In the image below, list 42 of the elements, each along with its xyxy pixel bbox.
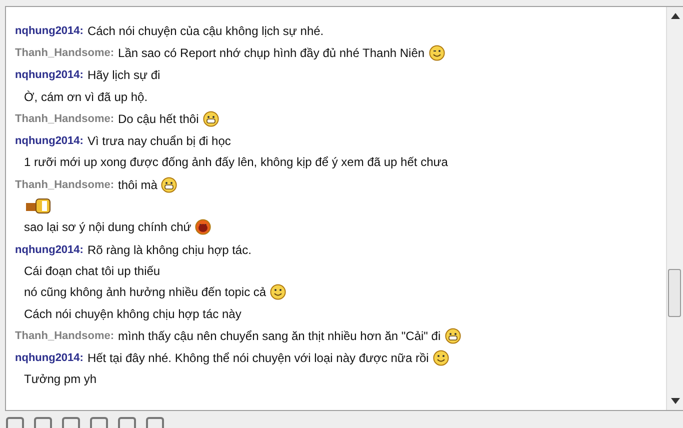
sender-name: Thanh_Handsome: — [15, 330, 114, 342]
toolbar-icon[interactable] — [90, 417, 108, 428]
message-text: Vì trưa nay chuẩn bị đi học — [87, 134, 231, 148]
sender-name: nqhung2014: — [15, 352, 84, 364]
message-text: sao lại sơ ý nội dung chính chứ — [24, 220, 192, 234]
message-text: Ờ, cám ơn vì đã up hộ. — [24, 90, 148, 104]
message-text: Tưởng pm yh — [24, 372, 97, 386]
message-text: thôi mà — [118, 178, 158, 192]
message-text: 1 rưỡi mới up xong được đống ảnh đấy lên, không kịp để ý xem đã up hết chưa — [24, 155, 448, 170]
message-text: Lần sao có Report nhớ chụp hình đầy đủ nhé Thanh Niên — [118, 46, 425, 60]
scrollbar[interactable] — [666, 7, 683, 410]
sender-name: Thanh_Handsome: — [15, 46, 114, 59]
scroll-up-icon[interactable] — [670, 13, 680, 19]
toolbar-icon[interactable] — [34, 417, 52, 428]
grinning-face-icon — [202, 110, 219, 127]
sender-name: nqhung2014: — [15, 69, 84, 82]
sender-name: Thanh_Handsome: — [15, 178, 114, 191]
message-text: Hết tại đây nhé. Không thể nói chuyện với loại này được nữa rồi — [87, 351, 429, 366]
winking-face-icon — [428, 44, 445, 61]
message-text: Cái đoạn chat tôi up thiếu — [24, 264, 160, 278]
sender-name: nqhung2014: — [15, 244, 84, 256]
grinning-face-icon — [444, 328, 461, 344]
toolbar-icon[interactable] — [62, 417, 80, 428]
message-text: Do cậu hết thôi — [118, 112, 199, 126]
scroll-thumb[interactable] — [668, 269, 681, 317]
scroll-down-icon[interactable] — [670, 398, 680, 404]
laughing-face-icon — [195, 219, 212, 236]
toolbar-icon[interactable] — [146, 417, 164, 428]
sender-name: nqhung2014: — [15, 135, 84, 148]
message-text: Cách nói chuyện không chịu hợp tác này — [24, 306, 242, 320]
toolbar-icon[interactable] — [118, 417, 136, 428]
sender-name: Thanh_Handsome: — [15, 112, 114, 125]
message-text: Hãy lịch sự đi — [87, 68, 160, 82]
message-text: mình thấy cậu nên chuyển sang ăn thịt nhiều hơn ăn "Cải" đi — [118, 328, 441, 343]
grinning-face-icon — [161, 176, 178, 193]
message-text: Rõ ràng là không chịu hợp tác. — [87, 242, 252, 257]
smiling-face-icon — [432, 350, 449, 366]
sender-name: nqhung2014: — [15, 24, 84, 37]
smiling-face-icon — [270, 284, 286, 300]
toolbar-icon[interactable] — [6, 417, 24, 428]
message-text: nó cũng không ảnh hưởng nhiều đến topic cả — [24, 285, 266, 300]
message-text: Cách nói chuyện của cậu không lịch sự nhé. — [87, 24, 324, 38]
